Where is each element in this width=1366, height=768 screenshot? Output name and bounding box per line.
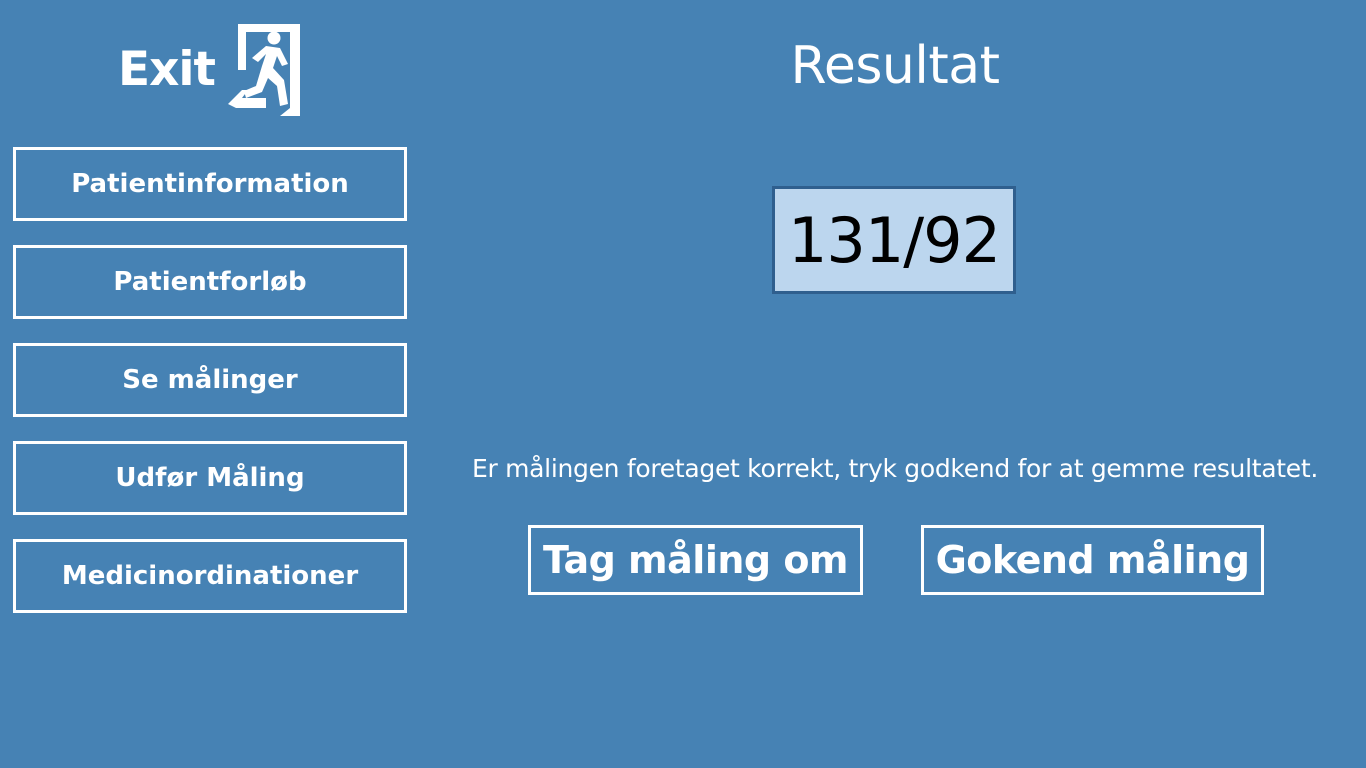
sidebar-item-patientinformation[interactable]: Patientinformation: [13, 147, 407, 221]
approve-button-label: Gokend måling: [935, 538, 1250, 582]
sidebar-item-label: Patientinformation: [71, 169, 349, 199]
sidebar-item-label: Se målinger: [122, 365, 298, 395]
app-window: Exit Patientinformation Patientforløb Se…: [0, 0, 1366, 768]
sidebar-item-patientforlob[interactable]: Patientforløb: [13, 245, 407, 319]
sidebar-item-udfor-maling[interactable]: Udfør Måling: [13, 441, 407, 515]
page-title: Resultat: [790, 36, 1000, 96]
sidebar-item-label: Udfør Måling: [115, 463, 305, 493]
sidebar-item-label: Patientforløb: [113, 267, 307, 297]
exit-button[interactable]: Exit: [118, 24, 302, 116]
retake-measurement-button[interactable]: Tag måling om: [528, 525, 863, 595]
result-value: 131/92: [787, 203, 1001, 277]
instruction-text: Er målingen foretaget korrekt, tryk godk…: [471, 454, 1319, 483]
exit-label: Exit: [118, 42, 216, 97]
sidebar-item-se-malinger[interactable]: Se målinger: [13, 343, 407, 417]
retake-button-label: Tag måling om: [542, 538, 849, 582]
sidebar-item-label: Medicinordinationer: [61, 561, 359, 591]
emergency-exit-icon: [228, 24, 300, 116]
result-value-display: 131/92: [772, 186, 1016, 294]
approve-measurement-button[interactable]: Gokend måling: [921, 525, 1264, 595]
sidebar-item-medicinordinationer[interactable]: Medicinordinationer: [13, 539, 407, 613]
